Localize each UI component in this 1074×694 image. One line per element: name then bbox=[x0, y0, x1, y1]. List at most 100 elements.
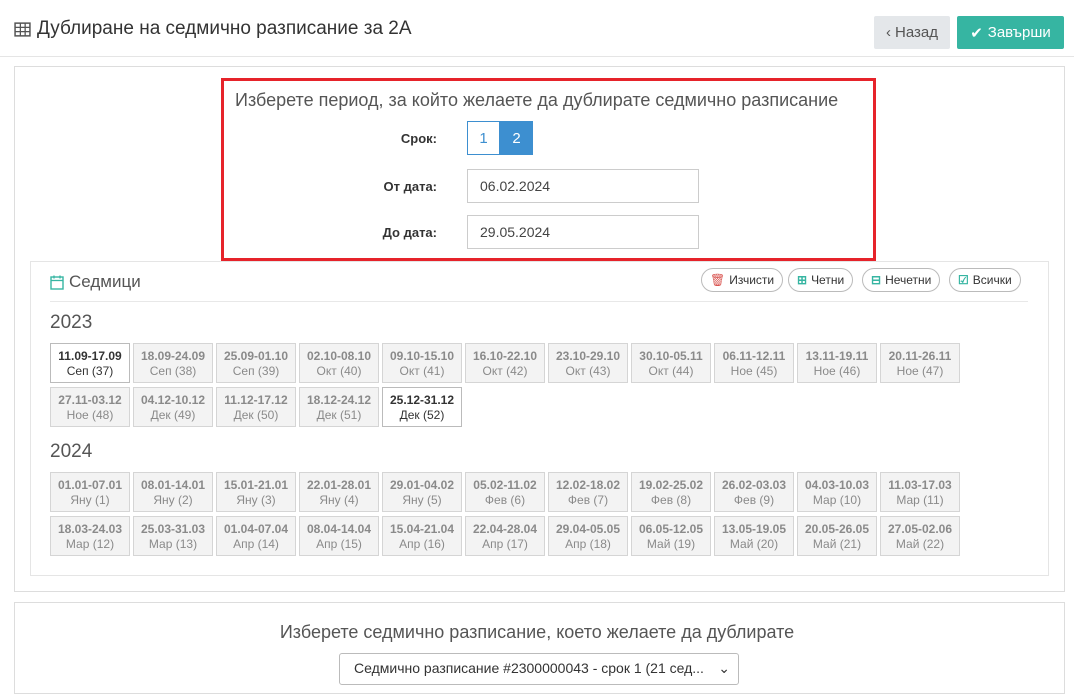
week-item[interactable]: 01.04-07.04 Апр (14) bbox=[216, 516, 296, 556]
week-item[interactable]: 25.03-31.03 Мар (13) bbox=[133, 516, 213, 556]
week-month: Апр (15) bbox=[316, 537, 362, 551]
week-item[interactable]: 05.02-11.02 Фев (6) bbox=[465, 472, 545, 512]
schedule-title: Изберете седмично разписание, което жела… bbox=[279, 622, 795, 642]
week-item[interactable]: 27.05-02.06 Май (22) bbox=[880, 516, 960, 556]
week-range: 19.02-25.02 bbox=[638, 478, 704, 492]
week-item[interactable]: 04.03-10.03 Мар (10) bbox=[797, 472, 877, 512]
week-item[interactable]: 11.03-17.03 Мар (11) bbox=[880, 472, 960, 512]
week-item[interactable]: 29.04-05.05 Апр (18) bbox=[548, 516, 628, 556]
week-range: 09.10-15.10 bbox=[389, 349, 455, 363]
week-item[interactable]: 20.11-26.11 Ное (47) bbox=[880, 343, 960, 383]
week-month: Апр (16) bbox=[399, 537, 445, 551]
week-range: 27.05-02.06 bbox=[887, 522, 953, 536]
week-item[interactable]: 09.10-15.10 Окт (41) bbox=[382, 343, 462, 383]
week-item[interactable]: 08.01-14.01 Яну (2) bbox=[133, 472, 213, 512]
week-item[interactable]: 22.04-28.04 Апр (17) bbox=[465, 516, 545, 556]
check-icon: ✔ bbox=[970, 24, 983, 42]
week-item[interactable]: 26.02-03.03 Фев (9) bbox=[714, 472, 794, 512]
week-month: Сеп (37) bbox=[66, 364, 114, 378]
week-item[interactable]: 11.09-17.09 Сеп (37) bbox=[50, 343, 130, 383]
week-month: Апр (17) bbox=[482, 537, 528, 551]
page-title-text: Дублиране на седмично разписание за 2А bbox=[37, 18, 412, 39]
term-1-button[interactable]: 1 bbox=[467, 121, 500, 155]
week-range: 23.10-29.10 bbox=[555, 349, 621, 363]
week-month: Сеп (39) bbox=[232, 364, 280, 378]
all-button[interactable]: ☑ Всички bbox=[949, 268, 1021, 292]
week-month: Апр (18) bbox=[565, 537, 611, 551]
week-item[interactable]: 15.01-21.01 Яну (3) bbox=[216, 472, 296, 512]
week-item[interactable]: 15.04-21.04 Апр (16) bbox=[382, 516, 462, 556]
week-range: 11.03-17.03 bbox=[888, 478, 952, 492]
week-range: 01.04-07.04 bbox=[223, 522, 289, 536]
week-range: 25.03-31.03 bbox=[140, 522, 206, 536]
week-month: Яну (3) bbox=[236, 493, 276, 507]
week-item[interactable]: 11.12-17.12 Дек (50) bbox=[216, 387, 296, 427]
weeks-title: Седмици bbox=[69, 272, 141, 291]
week-item[interactable]: 18.09-24.09 Сеп (38) bbox=[133, 343, 213, 383]
week-item[interactable]: 06.11-12.11 Ное (45) bbox=[714, 343, 794, 383]
page-title: Дублиране на седмично разписание за 2А bbox=[14, 18, 412, 40]
week-range: 02.10-08.10 bbox=[306, 349, 372, 363]
week-month: Яну (1) bbox=[70, 493, 110, 507]
week-range: 29.01-04.02 bbox=[389, 478, 455, 492]
term-selector: 1 2 bbox=[467, 121, 533, 155]
week-item[interactable]: 20.05-26.05 Май (21) bbox=[797, 516, 877, 556]
week-item[interactable]: 04.12-10.12 Дек (49) bbox=[133, 387, 213, 427]
schedule-select-value: Седмично разписание #2300000043 - срок 1… bbox=[354, 660, 704, 676]
week-item[interactable]: 01.01-07.01 Яну (1) bbox=[50, 472, 130, 512]
week-item[interactable]: 08.04-14.04 Апр (15) bbox=[299, 516, 379, 556]
weeks-heading: Седмици bbox=[50, 272, 141, 292]
week-item[interactable]: 13.11-19.11 Ное (46) bbox=[797, 343, 877, 383]
week-range: 01.01-07.01 bbox=[57, 478, 123, 492]
week-range: 08.04-14.04 bbox=[306, 522, 372, 536]
week-item[interactable]: 22.01-28.01 Яну (4) bbox=[299, 472, 379, 512]
week-range: 27.11-03.12 bbox=[58, 393, 122, 407]
clear-button[interactable]: 🗑 Изчисти bbox=[701, 268, 784, 292]
from-date-label: От дата: bbox=[383, 179, 438, 194]
week-item[interactable]: 12.02-18.02 Фев (7) bbox=[548, 472, 628, 512]
odd-button[interactable]: ⊟ Нечетни bbox=[862, 268, 941, 292]
week-month: Окт (41) bbox=[399, 364, 445, 378]
to-date-input[interactable]: 29.05.2024 bbox=[467, 215, 699, 249]
back-button[interactable]: ‹ Назад bbox=[874, 16, 950, 49]
all-button-label: Всички bbox=[972, 273, 1012, 287]
term-2-button[interactable]: 2 bbox=[500, 121, 533, 155]
week-item[interactable]: 29.01-04.02 Яну (5) bbox=[382, 472, 462, 512]
schedule-select[interactable]: Седмично разписание #2300000043 - срок 1… bbox=[339, 653, 739, 685]
week-item[interactable]: 25.09-01.10 Сеп (39) bbox=[216, 343, 296, 383]
week-month: Фев (9) bbox=[733, 493, 775, 507]
week-item[interactable]: 23.10-29.10 Окт (43) bbox=[548, 343, 628, 383]
week-month: Ное (45) bbox=[730, 364, 778, 378]
week-item[interactable]: 16.10-22.10 Окт (42) bbox=[465, 343, 545, 383]
week-item[interactable]: 13.05-19.05 Май (20) bbox=[714, 516, 794, 556]
week-month: Окт (42) bbox=[482, 364, 528, 378]
week-month: Дек (50) bbox=[233, 408, 279, 422]
finish-button[interactable]: ✔ Завърши bbox=[957, 16, 1064, 49]
from-date-input[interactable]: 06.02.2024 bbox=[467, 169, 699, 203]
week-item[interactable]: 18.03-24.03 Мар (12) bbox=[50, 516, 130, 556]
odd-button-label: Нечетни bbox=[885, 273, 932, 287]
week-month: Окт (44) bbox=[648, 364, 694, 378]
week-range: 08.01-14.01 bbox=[140, 478, 206, 492]
week-item[interactable]: 02.10-08.10 Окт (40) bbox=[299, 343, 379, 383]
minus-square-icon: ⊟ bbox=[871, 273, 882, 287]
week-item[interactable]: 27.11-03.12 Ное (48) bbox=[50, 387, 130, 427]
year-2023-heading: 2023 bbox=[50, 312, 93, 333]
week-range: 15.04-21.04 bbox=[389, 522, 455, 536]
week-month: Фев (8) bbox=[650, 493, 692, 507]
week-item[interactable]: 30.10-05.11 Окт (44) bbox=[631, 343, 711, 383]
year-2024-heading: 2024 bbox=[50, 441, 93, 462]
week-range: 18.09-24.09 bbox=[140, 349, 206, 363]
even-button[interactable]: ⊞ Четни bbox=[788, 268, 854, 292]
week-month: Мар (12) bbox=[65, 537, 115, 551]
week-item[interactable]: 19.02-25.02 Фев (8) bbox=[631, 472, 711, 512]
chevron-down-icon: ⌄ bbox=[718, 660, 730, 676]
week-item[interactable]: 25.12-31.12 Дек (52) bbox=[382, 387, 462, 427]
week-range: 20.05-26.05 bbox=[804, 522, 870, 536]
week-range: 11.09-17.09 bbox=[58, 349, 122, 363]
week-item[interactable]: 06.05-12.05 Май (19) bbox=[631, 516, 711, 556]
finish-button-label: Завърши bbox=[987, 24, 1051, 41]
weeks-grid-2024: 01.01-07.01 Яну (1) 08.01-14.01 Яну (2) 15.0… bbox=[50, 472, 970, 560]
week-item[interactable]: 18.12-24.12 Дек (51) bbox=[299, 387, 379, 427]
weeks-divider bbox=[50, 301, 1028, 302]
